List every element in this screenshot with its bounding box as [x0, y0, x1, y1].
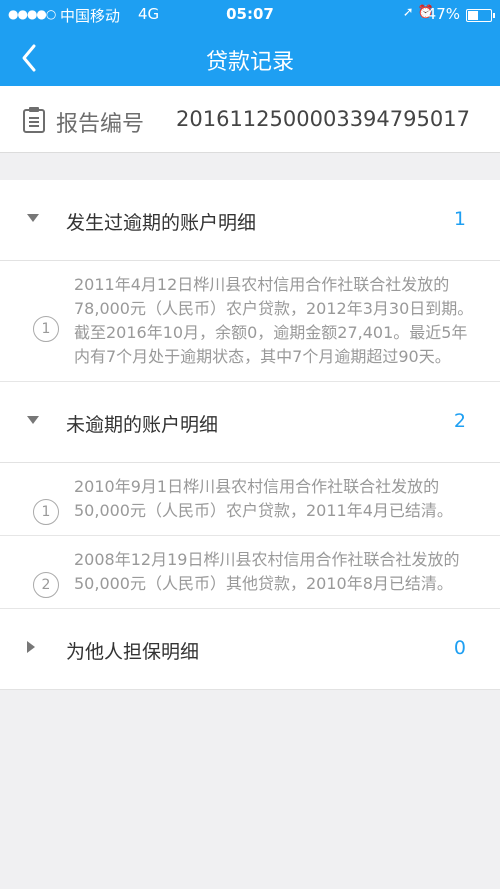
- section-label: 发生过逾期的账户明细: [66, 212, 257, 234]
- item-text: 2008年12月19日桦川县农村信用合作社联合社发放的50,000元（人民币）其…: [74, 550, 460, 593]
- clipboard-icon: [23, 107, 45, 133]
- section-guarantee-header[interactable]: 为他人担保明细 0: [0, 609, 500, 690]
- section-count: 2: [453, 410, 466, 432]
- report-number-value: 2016112500003394795017: [176, 107, 470, 131]
- list-item: 1 2011年4月12日桦川县农村信用合作社联合社发放的78,000元（人民币）…: [0, 261, 500, 382]
- item-text: 2010年9月1日桦川县农村信用合作社联合社发放的50,000元（人民币）农户贷…: [74, 477, 453, 520]
- item-number-badge: 1: [33, 499, 59, 525]
- item-text: 2011年4月12日桦川县农村信用合作社联合社发放的78,000元（人民币）农户…: [74, 275, 474, 366]
- section-count: 1: [453, 208, 466, 230]
- section-label: 为他人担保明细: [66, 641, 200, 663]
- status-bar: ●●●●○ 中国移动 4G 05:07 ➚ ⏰ 47%: [0, 0, 500, 30]
- section-not-overdue-header[interactable]: 未逾期的账户明细 2: [0, 382, 500, 463]
- battery-icon: [466, 9, 495, 22]
- battery-percent: 47%: [426, 5, 460, 23]
- list-item: 2 2008年12月19日桦川县农村信用合作社联合社发放的50,000元（人民币…: [0, 536, 500, 609]
- caret-down-icon: [27, 416, 39, 424]
- report-number-label: 报告编号: [56, 112, 145, 137]
- caret-right-icon: [27, 641, 35, 653]
- item-number-badge: 1: [33, 316, 59, 342]
- section-overdue-header[interactable]: 发生过逾期的账户明细 1: [0, 180, 500, 261]
- section-label: 未逾期的账户明细: [66, 414, 219, 436]
- caret-down-icon: [27, 214, 39, 222]
- page-title: 贷款记录: [205, 50, 294, 75]
- loan-record-list: 发生过逾期的账户明细 1 1 2011年4月12日桦川县农村信用合作社联合社发放…: [0, 180, 500, 690]
- section-count: 0: [453, 637, 466, 659]
- navigation-bar: 贷款记录: [0, 30, 500, 86]
- item-number-badge: 2: [33, 572, 59, 598]
- report-number-row: 报告编号 2016112500003394795017: [0, 86, 500, 153]
- list-item: 1 2010年9月1日桦川县农村信用合作社联合社发放的50,000元（人民币）农…: [0, 463, 500, 536]
